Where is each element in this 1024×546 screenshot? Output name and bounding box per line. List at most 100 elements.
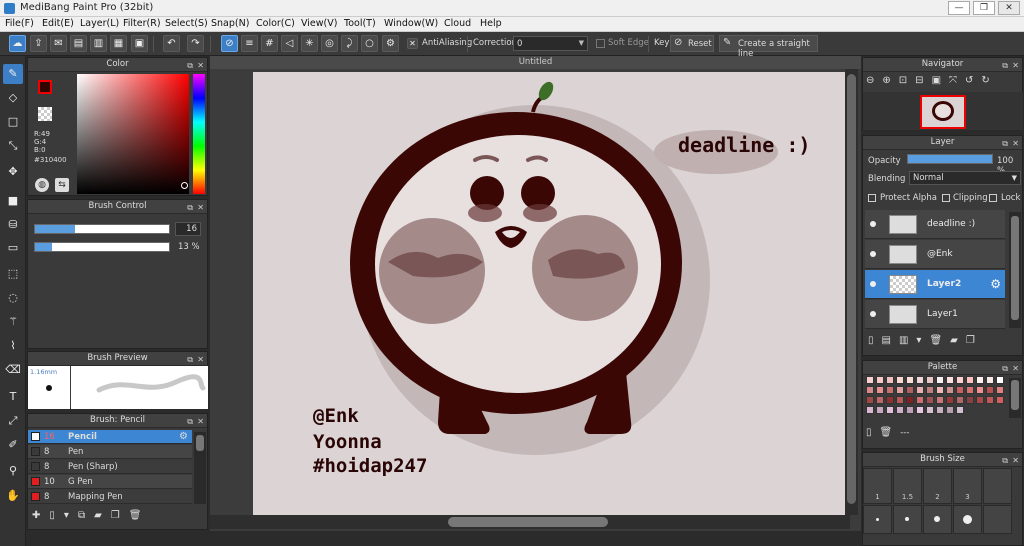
palette-swatch[interactable]	[996, 386, 1004, 394]
brush-size-cell[interactable]: 3	[953, 484, 982, 504]
panel-icon[interactable]: ▣	[131, 35, 148, 52]
palette-swatch[interactable]	[966, 376, 974, 384]
palette-swatch[interactable]	[926, 406, 934, 414]
layer-row[interactable]: @Enk	[865, 240, 1005, 269]
palette-swatch[interactable]	[876, 406, 884, 414]
redo-icon[interactable]: ↷	[187, 35, 204, 52]
protect-alpha-checkbox[interactable]	[868, 194, 876, 202]
popout-icon[interactable]: ⧉	[1002, 137, 1008, 150]
menu-color[interactable]: Color(C)	[256, 18, 295, 29]
brush-menu-icon[interactable]: ▾	[64, 510, 78, 521]
delete-color-icon[interactable]: 🗑	[880, 427, 901, 438]
palette-wheel-icon[interactable]: ◍	[35, 178, 49, 192]
layer-scrollbar[interactable]	[1009, 212, 1021, 328]
horizontal-scrollbar[interactable]	[210, 515, 850, 529]
close-icon[interactable]: ✕	[1012, 137, 1019, 150]
magic-wand-tool-icon[interactable]: ⚚	[3, 312, 23, 332]
palette-swatch[interactable]	[926, 396, 934, 404]
circle-snap-icon[interactable]: ○	[361, 35, 378, 52]
palette-swatch[interactable]	[906, 406, 914, 414]
new-halftone-layer-icon[interactable]: ▤	[882, 335, 899, 346]
palette-swatch[interactable]	[936, 406, 944, 414]
vertical-scrollbar[interactable]	[845, 69, 858, 515]
brush-size-cell[interactable]	[953, 505, 982, 534]
scroll-thumb[interactable]	[448, 517, 608, 527]
palette-swatch[interactable]	[956, 406, 964, 414]
parallel-snap-icon[interactable]: ≡	[241, 35, 258, 52]
layer-row[interactable]: deadline :)	[865, 210, 1005, 239]
brush-size-cell[interactable]	[923, 505, 952, 534]
palette-swatch[interactable]	[896, 376, 904, 384]
popout-icon[interactable]: ⧉	[1002, 454, 1008, 467]
soft-edge-checkbox[interactable]	[596, 39, 605, 48]
visibility-icon[interactable]	[870, 221, 876, 227]
close-icon[interactable]: ✕	[1012, 362, 1019, 375]
scroll-thumb[interactable]	[847, 74, 856, 504]
saturation-value-picker[interactable]	[77, 74, 189, 194]
menu-filter[interactable]: Filter(R)	[123, 18, 161, 29]
actual-size-icon[interactable]: ▣	[932, 75, 949, 86]
fullscreen-icon[interactable]: ⤧	[949, 75, 965, 86]
palette-swatch[interactable]	[886, 386, 894, 394]
brush-size-cell[interactable]	[983, 484, 1012, 504]
zoom-out-icon[interactable]: ⊖	[866, 75, 882, 86]
layer-opacity-slider[interactable]	[907, 154, 993, 164]
undo-icon[interactable]: ↶	[163, 35, 180, 52]
zoom-minus-icon[interactable]: ⊟	[915, 75, 931, 86]
popout-icon[interactable]: ⧉	[187, 353, 193, 366]
popout-icon[interactable]: ⧉	[187, 415, 193, 428]
palette-swatch[interactable]	[886, 376, 894, 384]
zoom-in-icon[interactable]: ⊕	[882, 75, 898, 86]
menu-file[interactable]: File(F)	[5, 18, 34, 29]
gear-icon[interactable]: ⚙	[990, 277, 1001, 291]
close-icon[interactable]: ✕	[197, 415, 204, 428]
antialias-checkbox[interactable]: ✕	[407, 38, 418, 49]
menu-cloud[interactable]: Cloud	[444, 18, 471, 29]
close-icon[interactable]: ✕	[1012, 454, 1019, 467]
brush-list-scrollbar[interactable]	[194, 432, 206, 504]
maximize-button[interactable]: ❐	[973, 1, 995, 15]
lasso-tool-icon[interactable]: ◌	[3, 288, 23, 308]
visibility-icon[interactable]	[870, 281, 876, 287]
palette-swatch[interactable]	[956, 376, 964, 384]
palette-swatch[interactable]	[896, 396, 904, 404]
blending-select[interactable]: Normal ▼	[909, 171, 1021, 185]
new-layer-icon[interactable]: ▯	[868, 335, 882, 346]
select-pen-tool-icon[interactable]: ⌇	[3, 336, 23, 356]
menu-window[interactable]: Window(W)	[384, 18, 438, 29]
palette-swatch[interactable]	[866, 386, 874, 394]
brush-item-pencil[interactable]: 16 Pencil ⚙	[28, 430, 192, 444]
close-icon[interactable]: ✕	[197, 353, 204, 366]
page-icon[interactable]: ▥	[90, 35, 107, 52]
palette-swatch[interactable]	[936, 386, 944, 394]
palette-swatch[interactable]	[896, 406, 904, 414]
palette-swatch[interactable]	[916, 386, 924, 394]
brush-opacity-slider[interactable]	[34, 242, 170, 252]
add-color-icon[interactable]: ▯	[866, 427, 880, 438]
scroll-thumb[interactable]	[1011, 380, 1019, 410]
gear-icon[interactable]: ⚙	[179, 431, 188, 442]
menu-select[interactable]: Select(S)	[165, 18, 208, 29]
brush-size-cell[interactable]: 1	[863, 484, 892, 504]
gear-icon[interactable]: ⚙	[382, 35, 399, 52]
navigator-thumbnail[interactable]	[920, 95, 966, 129]
palette-swatch[interactable]	[946, 396, 954, 404]
palette-swatch[interactable]	[926, 376, 934, 384]
palette-swatch[interactable]	[936, 376, 944, 384]
visibility-icon[interactable]	[870, 251, 876, 257]
palette-swatch[interactable]	[946, 406, 954, 414]
divide-tool-icon[interactable]: ✐	[3, 435, 23, 455]
palette-swatch[interactable]	[996, 396, 1004, 404]
operation-tool-icon[interactable]: ⤢	[3, 411, 23, 431]
straight-line-button[interactable]: ✎ Create a straight line	[719, 35, 818, 59]
gradient-tool-icon[interactable]: ▭	[3, 238, 23, 258]
menu-edit[interactable]: Edit(E)	[42, 18, 74, 29]
eraser-tool-icon[interactable]: ◇	[3, 88, 23, 108]
move-tool-icon[interactable]: ✥	[3, 162, 23, 182]
rectangle-tool-icon[interactable]: □	[3, 112, 23, 132]
menu-help[interactable]: Help	[480, 18, 502, 29]
copy-icon[interactable]: ❐	[111, 510, 129, 521]
foreground-color-swatch[interactable]	[38, 80, 52, 94]
palette-swatch[interactable]	[896, 386, 904, 394]
folder-icon[interactable]: ▰	[950, 335, 966, 346]
